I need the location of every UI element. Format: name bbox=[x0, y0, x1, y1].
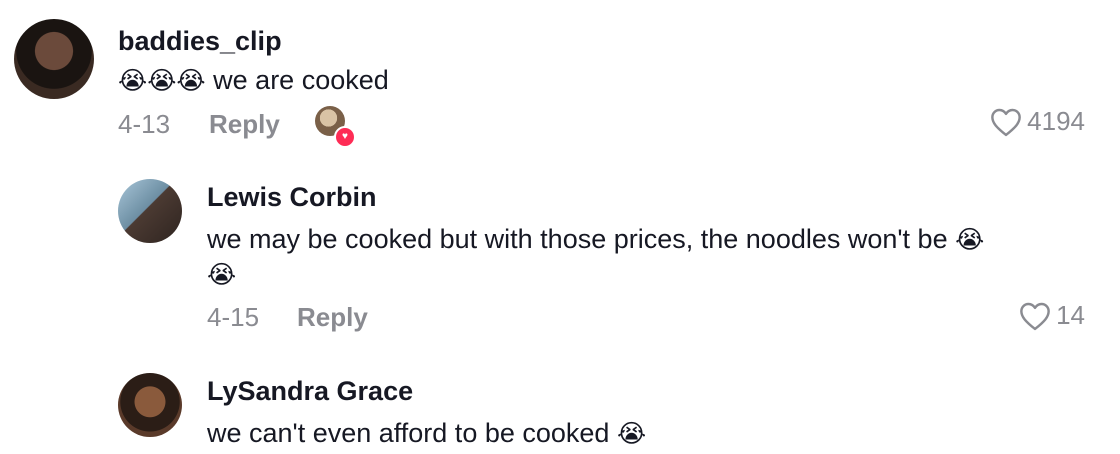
like-count: 14 bbox=[1056, 300, 1085, 330]
heart-outline-icon[interactable] bbox=[989, 107, 1023, 137]
crying-face-emoji: 😭😭😭 bbox=[118, 67, 206, 95]
reply-button[interactable]: Reply bbox=[209, 109, 280, 140]
comment-text: we may be cooked but with those prices, … bbox=[207, 221, 984, 258]
avatar[interactable] bbox=[14, 19, 94, 99]
comment-username[interactable]: Lewis Corbin bbox=[207, 182, 377, 213]
comment-body: we can't even afford to be cooked bbox=[207, 418, 610, 448]
comment-date: 4-15 bbox=[207, 302, 260, 332]
comment-username[interactable]: baddies_clip bbox=[118, 26, 282, 57]
heart-outline-icon[interactable] bbox=[1018, 301, 1052, 331]
like-button[interactable]: 14 bbox=[1018, 300, 1085, 331]
avatar[interactable] bbox=[118, 373, 182, 437]
comment-date: 4-13 bbox=[118, 109, 171, 139]
comment-text-line2: 😭 bbox=[207, 256, 236, 293]
reply-button[interactable]: Reply bbox=[297, 302, 368, 333]
comment-username[interactable]: LySandra Grace bbox=[207, 376, 413, 407]
crying-face-emoji: 😭 bbox=[616, 420, 647, 448]
crying-face-emoji: 😭 bbox=[955, 226, 985, 254]
comment-text: 😭😭😭 we are cooked bbox=[118, 62, 389, 99]
like-button[interactable]: 4194 bbox=[989, 106, 1085, 137]
comment-text: we can't even afford to be cooked 😭 bbox=[207, 415, 646, 452]
like-count: 4194 bbox=[1027, 106, 1085, 136]
creator-liked-icon: ♥ bbox=[334, 126, 356, 148]
comment-body: we are cooked bbox=[213, 65, 389, 95]
crying-face-emoji: 😭 bbox=[207, 261, 237, 289]
avatar[interactable] bbox=[118, 179, 182, 243]
comment-body: we may be cooked but with those prices, … bbox=[207, 224, 948, 254]
